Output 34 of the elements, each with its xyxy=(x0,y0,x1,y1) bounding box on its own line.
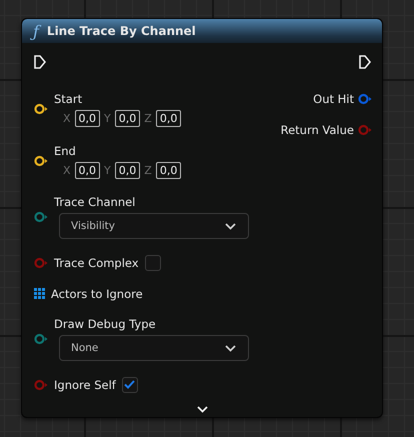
number-field[interactable]: 0,0 xyxy=(156,162,182,178)
axis-label: Z xyxy=(144,164,152,176)
array-pin-icon[interactable] xyxy=(34,288,45,299)
pin-label: Return Value xyxy=(280,122,354,136)
number-field[interactable]: 0,0 xyxy=(114,162,140,178)
axis-label: Y xyxy=(104,164,111,176)
exec-pin-icon[interactable] xyxy=(34,55,46,69)
checkbox[interactable] xyxy=(122,376,138,392)
pin-label: Ignore Self xyxy=(54,378,116,392)
checkbox[interactable] xyxy=(144,254,161,270)
number-field[interactable]: 0,0 xyxy=(156,110,182,126)
node-title: Line Trace By Channel xyxy=(46,24,196,38)
pin-label: End xyxy=(54,144,77,158)
exec-pin-icon[interactable] xyxy=(359,55,371,69)
pin-label: Start xyxy=(54,92,84,106)
dropdown[interactable]: None xyxy=(59,335,249,361)
number-field[interactable]: 0,0 xyxy=(114,110,140,126)
number-field[interactable]: 0,0 xyxy=(74,110,100,126)
pin-icon[interactable] xyxy=(34,103,48,115)
axis-label: X xyxy=(63,112,71,124)
pin-label: Trace Channel xyxy=(54,195,136,209)
dropdown[interactable]: Visibility xyxy=(59,213,249,239)
chevron-down-icon xyxy=(225,344,236,352)
axis-label: X xyxy=(63,164,71,176)
pin-label: Actors to Ignore xyxy=(51,286,143,300)
number-field[interactable]: 0,0 xyxy=(74,162,100,178)
axis-label: Y xyxy=(104,112,111,124)
pin-label: Out Hit xyxy=(313,92,354,106)
axis-label: Z xyxy=(144,112,152,124)
pin-label: Draw Debug Type xyxy=(54,317,157,331)
expand-chevron-icon xyxy=(196,406,208,413)
pin-label: Trace Complex xyxy=(54,256,139,270)
pin-icon[interactable] xyxy=(34,155,48,167)
chevron-down-icon xyxy=(225,222,236,230)
